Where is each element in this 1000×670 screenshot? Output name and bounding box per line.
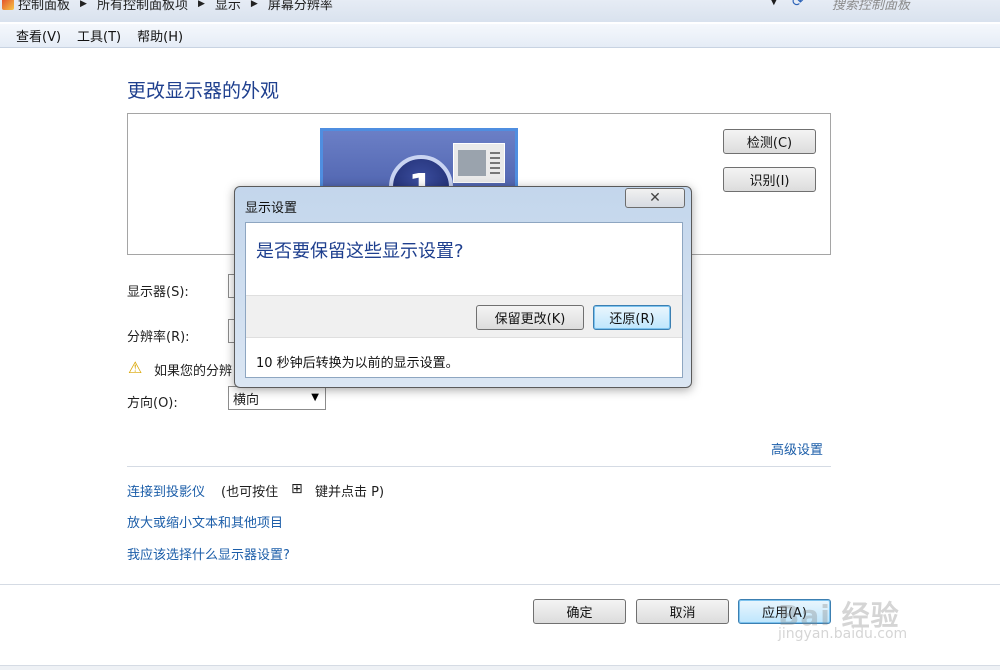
dialog-question: 是否要保留这些显示设置? bbox=[256, 241, 464, 262]
cancel-button[interactable]: 取消 bbox=[636, 599, 729, 624]
display-label: 显示器(S): bbox=[127, 285, 189, 300]
display-settings-dialog: 显示设置 ✕ 是否要保留这些显示设置? 保留更改(K) 还原(R) 10 秒钟后… bbox=[234, 186, 692, 388]
menu-tools[interactable]: 工具(T) bbox=[69, 26, 129, 45]
orientation-label: 方向(O): bbox=[127, 396, 178, 411]
advanced-settings-link[interactable]: 高级设置 bbox=[771, 439, 823, 458]
breadcrumb-display[interactable]: 显示 bbox=[211, 0, 245, 13]
watermark-url: jingyan.baidu.com bbox=[778, 626, 908, 642]
breadcrumb-screen-resolution[interactable]: 屏幕分辨率 bbox=[264, 0, 337, 13]
projector-hint-prefix: (也可按住 bbox=[221, 485, 279, 500]
resolution-label: 分辨率(R): bbox=[127, 330, 190, 345]
windows-logo-icon: ⊞ bbox=[291, 481, 303, 497]
warning-icon: ⚠ bbox=[128, 358, 143, 377]
refresh-icon[interactable]: ⟳ bbox=[792, 0, 804, 10]
keep-changes-button[interactable]: 保留更改(K) bbox=[476, 305, 584, 330]
section-divider bbox=[127, 466, 831, 467]
close-icon[interactable]: ✕ bbox=[625, 188, 685, 208]
breadcrumb-all-items[interactable]: 所有控制面板项 bbox=[93, 0, 192, 13]
warning-text: 如果您的分辨 bbox=[154, 364, 233, 379]
countdown-text: 10 秒钟后转换为以前的显示设置。 bbox=[256, 356, 459, 371]
menu-help[interactable]: 帮助(H) bbox=[129, 26, 191, 45]
breadcrumb-control-panel[interactable]: 控制面板 bbox=[14, 0, 74, 13]
projector-hint-suffix: 键并点击 P) bbox=[315, 485, 385, 500]
dialog-body: 是否要保留这些显示设置? 保留更改(K) 还原(R) 10 秒钟后转换为以前的显… bbox=[245, 222, 683, 378]
orientation-value: 横向 bbox=[233, 392, 260, 408]
connect-projector-link[interactable]: 连接到投影仪 bbox=[127, 481, 205, 500]
detect-button[interactable]: 检测(C) bbox=[723, 129, 816, 154]
dialog-button-bar: 保留更改(K) 还原(R) bbox=[246, 295, 682, 338]
control-panel-icon bbox=[2, 0, 14, 10]
breadcrumb-arrow-icon[interactable]: ▶ bbox=[245, 0, 264, 9]
address-bar: 控制面板 ▶ 所有控制面板项 ▶ 显示 ▶ 屏幕分辨率 ▼ ⟳ 搜索控制面板 bbox=[0, 0, 1000, 22]
revert-button[interactable]: 还原(R) bbox=[593, 305, 671, 330]
baidu-watermark: Bai 经验 jingyan.baidu.com bbox=[760, 572, 980, 652]
menu-bar: 查看(V) 工具(T) 帮助(H) bbox=[0, 24, 1000, 48]
ok-button[interactable]: 确定 bbox=[533, 599, 626, 624]
breadcrumb-arrow-icon[interactable]: ▶ bbox=[74, 0, 93, 9]
identify-button[interactable]: 识别(I) bbox=[723, 167, 816, 192]
dropdown-arrow-icon: ▼ bbox=[311, 392, 319, 403]
status-strip bbox=[0, 665, 1000, 670]
orientation-select[interactable]: 横向 ▼ bbox=[228, 386, 326, 410]
dialog-title: 显示设置 bbox=[245, 201, 298, 216]
address-dropdown-icon[interactable]: ▼ bbox=[770, 0, 778, 7]
search-input[interactable]: 搜索控制面板 bbox=[832, 0, 910, 13]
breadcrumb-arrow-icon[interactable]: ▶ bbox=[192, 0, 211, 9]
which-settings-link[interactable]: 我应该选择什么显示器设置? bbox=[127, 544, 290, 563]
menu-view[interactable]: 查看(V) bbox=[8, 26, 69, 45]
text-size-link[interactable]: 放大或缩小文本和其他项目 bbox=[127, 512, 283, 531]
breadcrumb: 控制面板 ▶ 所有控制面板项 ▶ 显示 ▶ 屏幕分辨率 bbox=[0, 0, 337, 13]
page-title: 更改显示器的外观 bbox=[127, 80, 280, 102]
window-thumbnail-icon bbox=[453, 143, 505, 183]
